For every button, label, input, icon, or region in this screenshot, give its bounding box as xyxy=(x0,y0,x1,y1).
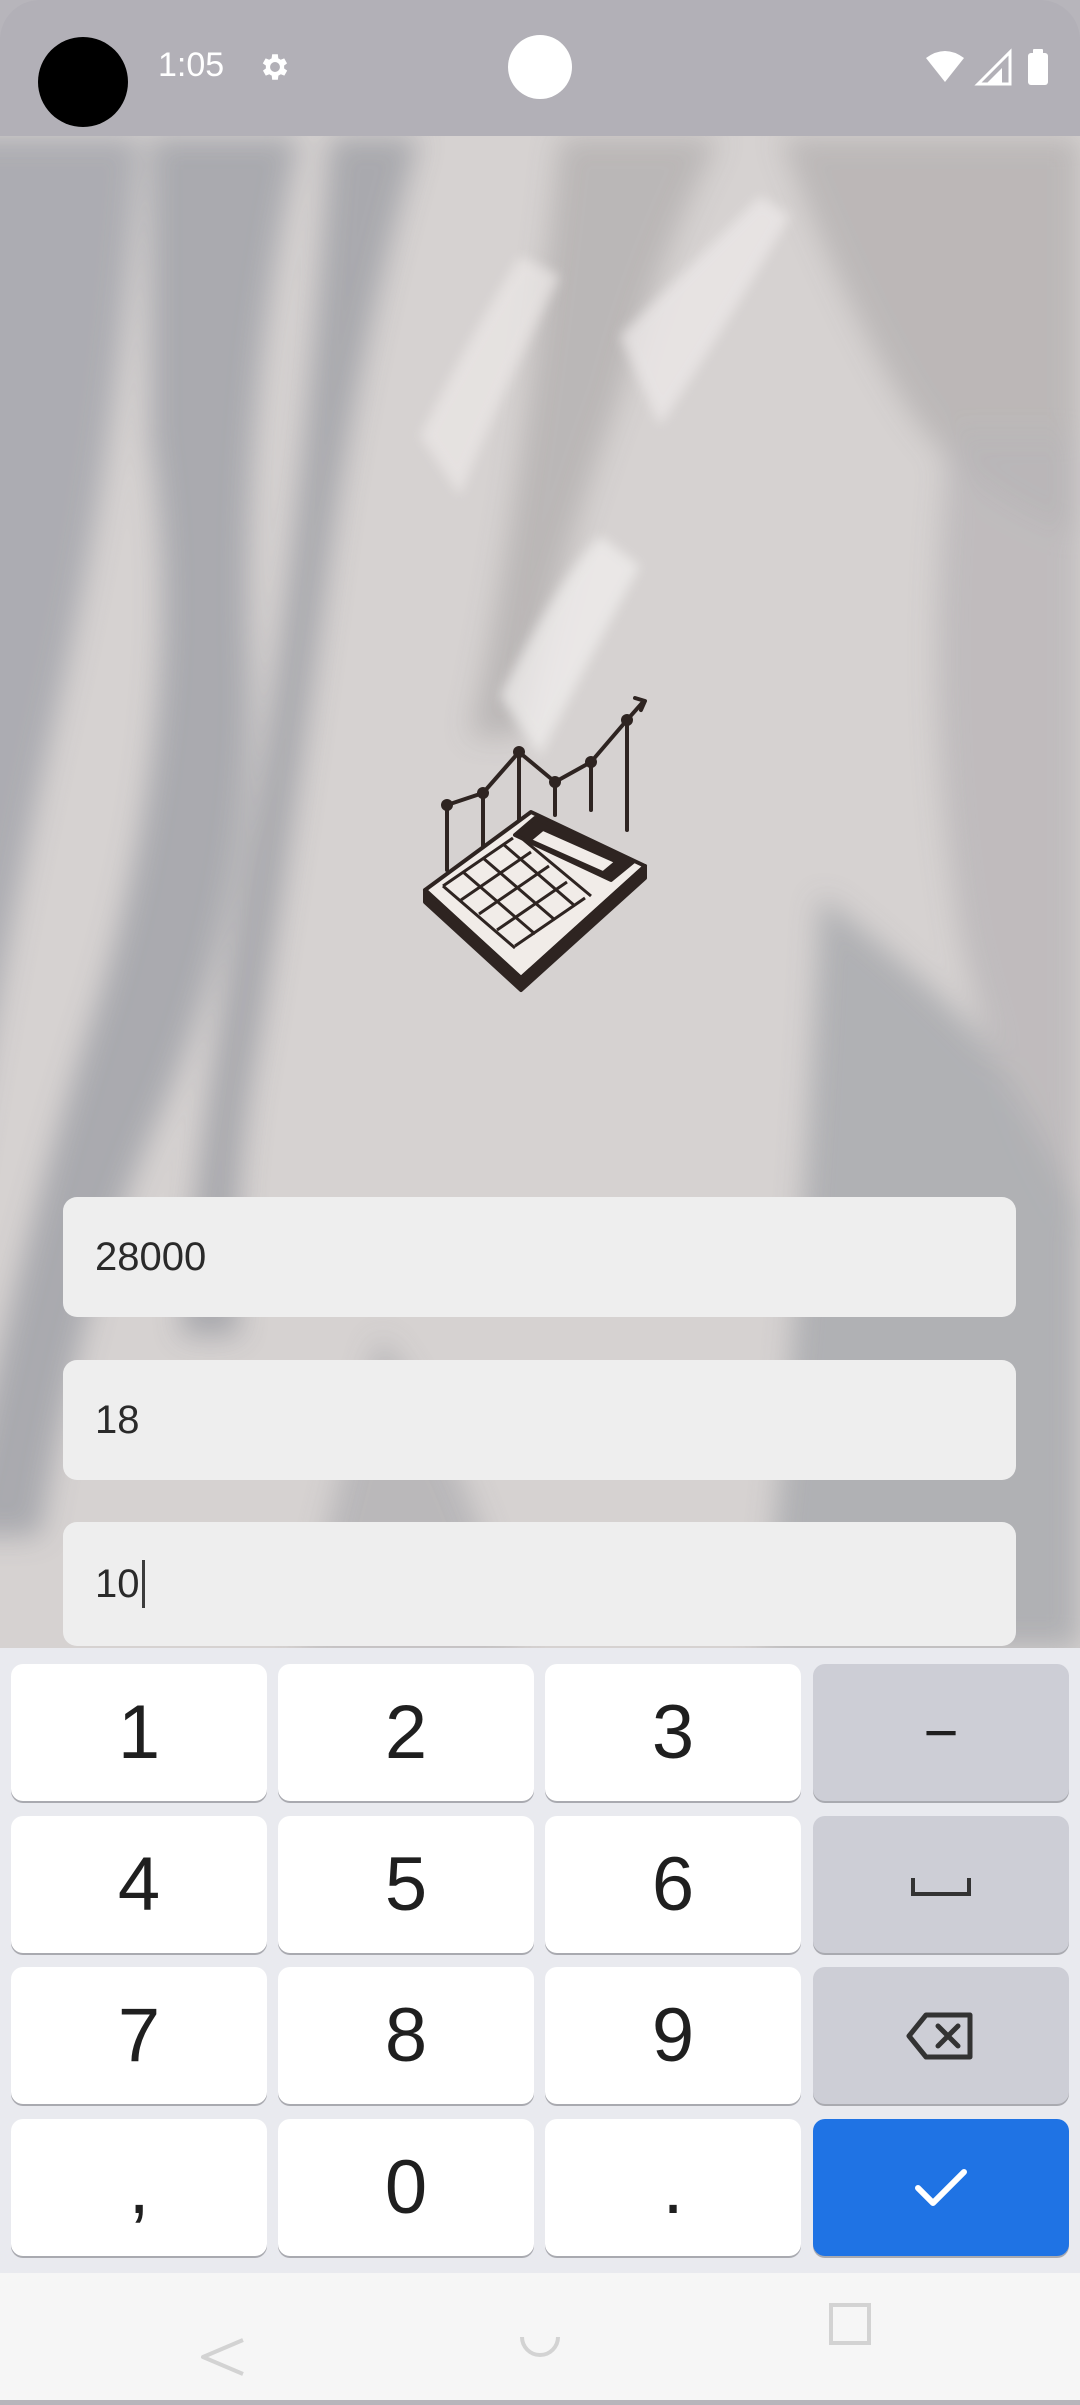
key-0[interactable]: 0 xyxy=(278,2119,534,2256)
key-8[interactable]: 8 xyxy=(278,1967,534,2104)
key-7[interactable]: 7 xyxy=(11,1967,267,2104)
key-9[interactable]: 9 xyxy=(545,1967,801,2104)
amount-input[interactable]: 28000 xyxy=(63,1197,1016,1317)
backspace-icon xyxy=(906,2012,973,2059)
status-icons xyxy=(926,48,1048,86)
key-5[interactable]: 5 xyxy=(278,1816,534,1953)
calculator-chart-logo xyxy=(423,696,647,992)
camera-cutout xyxy=(38,37,128,127)
status-time: 1:05 xyxy=(158,46,225,84)
nav-buttons xyxy=(201,2303,871,2376)
space-icon xyxy=(911,1877,971,1896)
key-minus[interactable]: − xyxy=(813,1664,1069,1801)
key-4[interactable]: 4 xyxy=(11,1816,267,1953)
status-bar: 1:05 xyxy=(0,0,1080,136)
system-navigation-bar xyxy=(0,2273,1080,2400)
wifi-icon xyxy=(926,51,964,82)
key-space[interactable] xyxy=(813,1816,1069,1953)
amount-input-value: 28000 xyxy=(95,1234,207,1279)
front-camera-dot xyxy=(508,35,572,99)
check-icon xyxy=(915,2168,967,2206)
back-icon xyxy=(201,2338,244,2376)
text-caret xyxy=(141,1560,145,1608)
key-period[interactable]: . xyxy=(545,2119,801,2256)
term-input-value: 10 xyxy=(95,1561,140,1606)
key-2[interactable]: 2 xyxy=(278,1664,534,1801)
key-6[interactable]: 6 xyxy=(545,1816,801,1953)
rate-input[interactable]: 18 xyxy=(63,1360,1016,1480)
home-icon xyxy=(520,2336,560,2357)
key-3[interactable]: 3 xyxy=(545,1664,801,1801)
key-comma[interactable]: , xyxy=(11,2119,267,2256)
battery-icon xyxy=(1028,53,1048,85)
recents-icon xyxy=(829,2303,871,2345)
done-button[interactable] xyxy=(813,2119,1069,2256)
key-1[interactable]: 1 xyxy=(11,1664,267,1801)
key-backspace[interactable] xyxy=(813,1967,1069,2104)
term-input[interactable]: 10 xyxy=(63,1522,1016,1646)
settings-gear-icon xyxy=(262,54,288,80)
rate-input-value: 18 xyxy=(95,1397,140,1442)
